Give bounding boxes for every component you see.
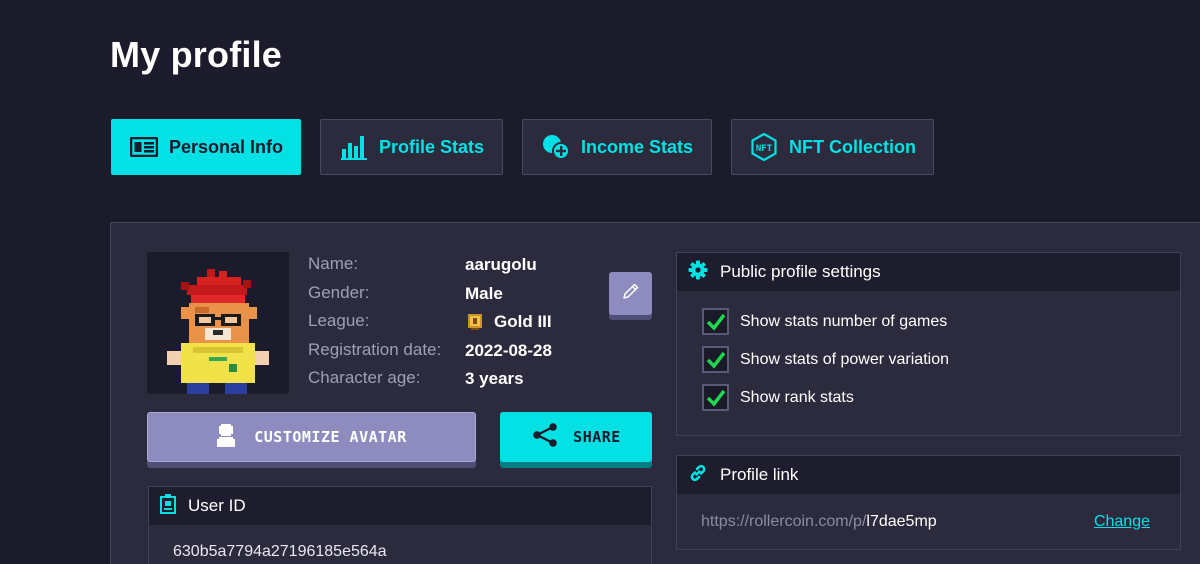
league-value: Gold III bbox=[494, 312, 552, 332]
svg-text:NFT: NFT bbox=[756, 144, 773, 154]
profile-info-values: aarugolu Male Gold III 2022-08-28 3 year… bbox=[465, 251, 552, 394]
page-title: My profile bbox=[110, 34, 283, 75]
profile-link-prefix: https://rollercoin.com/p/ bbox=[701, 513, 867, 530]
coins-plus-icon bbox=[541, 133, 571, 161]
checkmark-icon bbox=[706, 313, 725, 331]
profile-link-code: l7dae5mp bbox=[866, 513, 937, 530]
profile-link-url[interactable]: https://rollercoin.com/p/l7dae5mp bbox=[701, 513, 937, 531]
public-profile-settings-header: Public profile settings bbox=[677, 253, 1180, 291]
tab-label: NFT Collection bbox=[789, 136, 916, 157]
user-id-header: User ID bbox=[149, 487, 651, 525]
id-badge-icon bbox=[160, 493, 176, 519]
share-label: SHARE bbox=[573, 428, 621, 446]
nft-icon: NFT bbox=[749, 133, 779, 161]
user-silhouette-icon bbox=[216, 422, 236, 452]
change-link-button[interactable]: Change bbox=[1094, 513, 1150, 531]
tab-nft-collection[interactable]: NFT NFT Collection bbox=[731, 119, 934, 175]
tab-label: Profile Stats bbox=[378, 136, 485, 157]
gear-icon bbox=[688, 260, 708, 285]
profile-link-card: Profile link https://rollercoin.com/p/l7… bbox=[676, 455, 1181, 550]
profile-link-title: Profile link bbox=[720, 465, 799, 484]
user-id-value: 630b5a7794a27196185e564a bbox=[173, 543, 387, 560]
pencil-icon bbox=[621, 281, 641, 306]
customize-avatar-button[interactable]: CUSTOMIZE AVATAR bbox=[147, 412, 476, 462]
checkmark-icon bbox=[706, 351, 725, 369]
share-button[interactable]: SHARE bbox=[500, 412, 652, 462]
profile-info-labels: Name: Gender: League: Registration date:… bbox=[308, 250, 441, 393]
tab-label: Income Stats bbox=[580, 136, 694, 157]
registration-date-label: Registration date: bbox=[308, 339, 442, 359]
link-icon bbox=[688, 463, 708, 488]
checkmark-icon bbox=[706, 389, 725, 407]
tab-income-stats[interactable]: Income Stats bbox=[522, 119, 712, 175]
checkbox-games[interactable] bbox=[702, 308, 729, 335]
setting-show-power-variation[interactable]: Show stats of power variation bbox=[702, 346, 949, 373]
league-value-row: Gold III bbox=[465, 308, 552, 337]
checkbox-power-variation[interactable] bbox=[702, 346, 729, 373]
customize-avatar-label: CUSTOMIZE AVATAR bbox=[254, 428, 407, 446]
edit-profile-button[interactable] bbox=[609, 272, 652, 315]
registration-date-value: 2022-08-28 bbox=[465, 340, 552, 360]
setting-show-rank[interactable]: Show rank stats bbox=[702, 384, 854, 411]
bar-chart-icon bbox=[339, 133, 369, 161]
character-age-value: 3 years bbox=[465, 369, 524, 389]
checkbox-rank[interactable] bbox=[702, 384, 729, 411]
gold-league-badge-icon bbox=[465, 312, 485, 332]
profile-page: My profile Personal Info Profile Stats I… bbox=[0, 0, 1200, 564]
profile-link-header: Profile link bbox=[677, 456, 1180, 494]
id-card-icon bbox=[129, 133, 159, 161]
tab-profile-stats[interactable]: Profile Stats bbox=[320, 119, 503, 175]
setting-label: Show rank stats bbox=[740, 388, 854, 406]
avatar bbox=[147, 252, 289, 394]
setting-label: Show stats of power variation bbox=[740, 350, 949, 368]
gender-value: Male bbox=[465, 283, 503, 303]
name-label: Name: bbox=[308, 254, 359, 274]
gender-label: Gender: bbox=[308, 282, 370, 302]
tab-personal-info[interactable]: Personal Info bbox=[111, 119, 301, 175]
name-value: aarugolu bbox=[465, 255, 537, 275]
setting-show-games[interactable]: Show stats number of games bbox=[702, 308, 947, 335]
tab-label: Personal Info bbox=[168, 136, 284, 157]
user-id-card: User ID 630b5a7794a27196185e564a bbox=[148, 486, 652, 564]
public-profile-settings-title: Public profile settings bbox=[720, 262, 881, 281]
league-label: League: bbox=[308, 311, 370, 331]
share-icon bbox=[531, 422, 559, 452]
setting-label: Show stats number of games bbox=[740, 312, 948, 330]
user-id-title: User ID bbox=[188, 496, 246, 515]
character-age-label: Character age: bbox=[308, 368, 421, 388]
public-profile-settings-card: Public profile settings Show stats numbe… bbox=[676, 252, 1181, 436]
